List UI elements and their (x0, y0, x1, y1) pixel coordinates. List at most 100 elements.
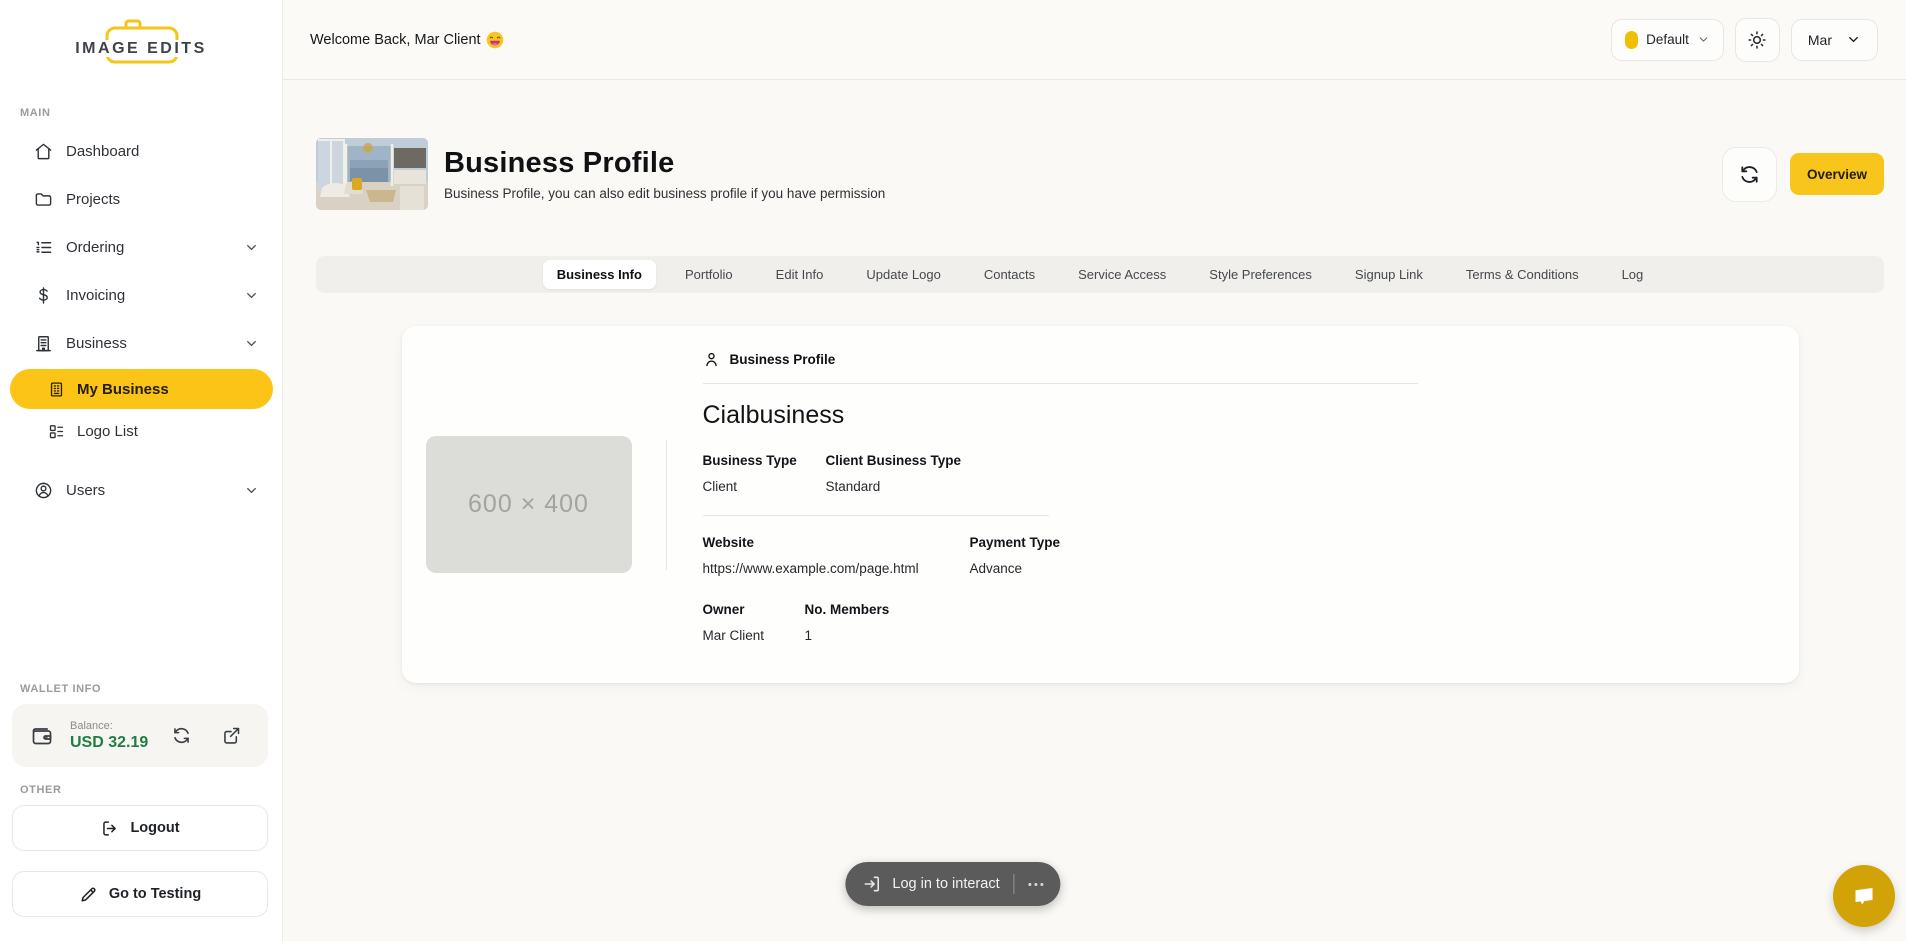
field-value: 1 (805, 628, 890, 643)
sidebar-item-users[interactable]: Users (10, 466, 273, 514)
login-toast: Log in to interact (845, 862, 1060, 906)
page-refresh-button[interactable] (1722, 147, 1777, 202)
go-to-testing-button[interactable]: Go to Testing (12, 871, 268, 917)
user-circle-icon (33, 480, 53, 500)
field-business-type: Business Type Client (703, 453, 826, 494)
sidebar-item-projects[interactable]: Projects (10, 175, 273, 223)
sidebar-item-invoicing[interactable]: Invoicing (10, 271, 273, 319)
field-value: Advance (970, 561, 1061, 576)
dollar-icon (33, 285, 53, 305)
chevron-down-icon (244, 240, 259, 255)
sidebar: IMAGE EDITS MAIN Dashboard Projects (0, 0, 283, 941)
tab-terms-conditions[interactable]: Terms & Conditions (1452, 260, 1593, 289)
page-header: Business Profile Business Profile, you c… (316, 138, 1884, 210)
sidebar-item-my-business[interactable]: My Business (10, 369, 273, 409)
section-label-other: OTHER (20, 784, 268, 796)
sidebar-item-logo-list[interactable]: Logo List (10, 411, 273, 451)
page-title: Business Profile (444, 147, 885, 180)
refresh-icon (171, 725, 192, 746)
app-root: IMAGE EDITS MAIN Dashboard Projects (0, 0, 1906, 941)
field-label: Website (703, 535, 970, 550)
field-client-business-type: Client Business Type Standard (826, 453, 962, 494)
field-row: Owner Mar Client No. Members 1 (703, 602, 1763, 643)
field-label: No. Members (805, 602, 890, 617)
chevron-down-icon (244, 336, 259, 351)
external-link-icon (221, 725, 242, 746)
ellipsis-icon (1029, 883, 1032, 886)
sidebar-item-label: Logo List (77, 423, 138, 440)
ordered-list-icon (33, 237, 53, 257)
field-divider (703, 515, 1049, 516)
tab-edit-info[interactable]: Edit Info (762, 260, 838, 289)
wallet-texts: Balance: USD 32.19 (70, 720, 148, 752)
workspace-selector[interactable]: Default (1611, 19, 1724, 61)
laughing-emoji-icon (486, 31, 504, 49)
field-row: Business Type Client Client Business Typ… (703, 453, 1763, 494)
wallet-card: Balance: USD 32.19 (12, 704, 268, 767)
list-layout-icon (48, 423, 65, 440)
sidebar-item-ordering[interactable]: Ordering (10, 223, 273, 271)
overview-button[interactable]: Overview (1790, 153, 1884, 195)
sidebar-item-business[interactable]: Business (10, 319, 273, 367)
topbar-actions: Default Mar (1611, 18, 1878, 62)
tab-business-info[interactable]: Business Info (543, 260, 656, 289)
brand-logo: IMAGE EDITS (0, 12, 282, 84)
field-label: Client Business Type (826, 453, 962, 468)
business-name: Cialbusiness (703, 401, 1763, 430)
field-label: Payment Type (970, 535, 1061, 550)
card-details-column: Business Profile Cialbusiness Business T… (667, 326, 1799, 683)
sun-icon (1747, 30, 1767, 50)
card-header-label: Business Profile (730, 352, 836, 367)
go-to-testing-label: Go to Testing (109, 886, 201, 902)
chat-widget-button[interactable] (1833, 865, 1895, 927)
tab-update-logo[interactable]: Update Logo (852, 260, 954, 289)
login-toast-label: Log in to interact (892, 876, 999, 892)
profile-tabbar: Business Info Portfolio Edit Info Update… (316, 256, 1884, 293)
home-icon (33, 141, 53, 161)
workspace-name: Default (1646, 32, 1689, 47)
wallet-external-link-button[interactable] (221, 725, 242, 746)
sidebar-item-label: Ordering (66, 239, 124, 256)
logout-button[interactable]: Logout (12, 805, 268, 851)
business-cover-photo (316, 138, 428, 210)
user-name: Mar (1808, 32, 1832, 48)
toast-divider (1014, 874, 1015, 894)
tab-contacts[interactable]: Contacts (970, 260, 1049, 289)
workspace-color-swatch (1625, 31, 1638, 49)
speech-bubble-icon (1850, 882, 1878, 910)
tab-service-access[interactable]: Service Access (1064, 260, 1180, 289)
topbar: Welcome Back, Mar Client Default (283, 0, 1906, 80)
sidebar-nav: Dashboard Projects Ordering (10, 127, 273, 514)
folder-icon (33, 189, 53, 209)
field-no-members: No. Members 1 (805, 602, 890, 643)
tab-log[interactable]: Log (1608, 260, 1658, 289)
tab-signup-link[interactable]: Signup Link (1341, 260, 1437, 289)
refresh-icon (1738, 163, 1761, 186)
toast-more-button[interactable] (1021, 875, 1052, 894)
card-header: Business Profile (703, 351, 1763, 368)
user-menu[interactable]: Mar (1791, 19, 1878, 61)
business-profile-card: 600 × 400 Business Profile Cialbusiness … (402, 326, 1799, 683)
field-owner: Owner Mar Client (703, 602, 805, 643)
chevron-down-icon (1697, 33, 1710, 46)
card-image-column: 600 × 400 (402, 326, 666, 683)
login-icon (862, 874, 882, 894)
test-pencil-icon (79, 885, 98, 904)
field-row: Website https://www.example.com/page.htm… (703, 535, 1763, 576)
logout-icon (100, 819, 119, 838)
balance-value: USD 32.19 (70, 734, 148, 752)
wallet-refresh-button[interactable] (171, 725, 192, 746)
chevron-down-icon (244, 483, 259, 498)
main-content: Business Profile Business Profile, you c… (283, 81, 1906, 941)
theme-toggle-button[interactable] (1735, 18, 1780, 62)
section-label-main: MAIN (20, 107, 51, 119)
sidebar-item-dashboard[interactable]: Dashboard (10, 127, 273, 175)
card-header-divider (703, 383, 1418, 384)
sidebar-item-label: My Business (77, 381, 169, 398)
balance-label: Balance: (70, 720, 148, 732)
tab-style-preferences[interactable]: Style Preferences (1195, 260, 1326, 289)
brand-name: IMAGE EDITS (0, 40, 282, 58)
field-value: Standard (826, 479, 962, 494)
tab-portfolio[interactable]: Portfolio (671, 260, 747, 289)
person-icon (703, 351, 720, 368)
